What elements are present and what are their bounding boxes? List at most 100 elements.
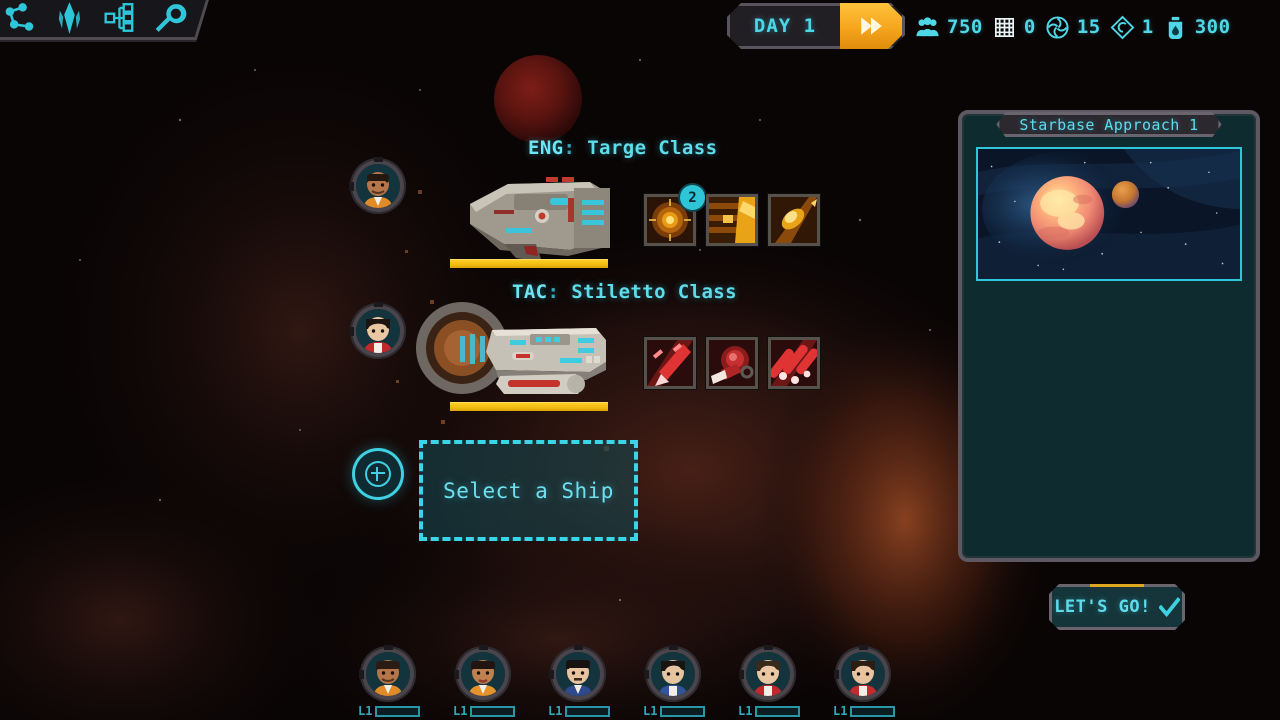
ship-title-eng: ENG: Targe Class <box>528 137 717 159</box>
ring-notch <box>764 645 773 650</box>
resource-energy-value: 15 <box>1076 16 1101 38</box>
portrait-inner <box>841 652 885 696</box>
ring-notch <box>669 645 678 650</box>
crew-portrait-5[interactable] <box>739 645 796 702</box>
fast-forward-button[interactable] <box>840 3 902 49</box>
ship-health-eng-fill <box>450 259 608 268</box>
resource-chips-value: 0 <box>1023 16 1036 38</box>
crew-level-1: L1 <box>358 704 373 718</box>
mission-art <box>976 147 1242 281</box>
resource-crew-value: 750 <box>947 16 983 38</box>
ability-row-tac <box>644 337 820 389</box>
select-ship-label: Select a Ship <box>443 478 614 503</box>
ring-notch <box>479 645 488 650</box>
checkmark-icon <box>1158 596 1180 617</box>
network-icon[interactable] <box>2 1 36 35</box>
ship-icon[interactable] <box>52 1 86 35</box>
ability-shield-burst[interactable]: 2 <box>644 185 705 246</box>
mission-title: Starbase Approach 1 <box>1019 115 1199 134</box>
day-counter-bar: DAY 1 <box>727 3 905 49</box>
crew-portrait-1[interactable] <box>359 645 416 702</box>
crew-slot-1[interactable]: L1 <box>358 645 421 718</box>
crew-icon <box>915 15 940 40</box>
portrait-inner <box>356 164 400 208</box>
resource-crew: 750 <box>915 15 983 40</box>
ring-notch <box>374 157 383 162</box>
ability-badge-count: 2 <box>680 185 705 210</box>
crew-slot-4[interactable]: L1 <box>643 645 706 718</box>
crew-portrait-6[interactable] <box>834 645 891 702</box>
select-ship-slot[interactable]: Select a Ship <box>419 440 638 541</box>
ring-notch <box>574 645 583 650</box>
ship-health-tac-fill <box>450 402 608 411</box>
ring-notch <box>859 645 868 650</box>
pilot-portrait-tac[interactable] <box>349 302 406 359</box>
ability-comet-strike[interactable] <box>768 194 820 246</box>
mission-description-area <box>976 294 1242 544</box>
crew-meta-2: L1 <box>453 704 516 718</box>
crew-level-3: L1 <box>548 704 563 718</box>
crew-meta-5: L1 <box>738 704 801 718</box>
ring-notch <box>739 670 744 679</box>
ship-role-eng: ENG <box>528 137 564 159</box>
crew-xp-bar-6 <box>850 705 896 717</box>
ring-notch <box>349 182 354 191</box>
crew-meta-6: L1 <box>833 704 896 718</box>
crew-slot-5[interactable]: L1 <box>738 645 801 718</box>
mission-title-tab: Starbase Approach 1 <box>996 112 1221 137</box>
ship-health-eng <box>450 259 608 268</box>
ring-notch <box>359 670 364 679</box>
resource-crystals: 1 <box>1110 15 1154 40</box>
ring-notch <box>644 670 649 679</box>
crew-xp-bar-1 <box>375 705 421 717</box>
ability-rocket-salvo[interactable] <box>768 337 820 389</box>
ship-health-tac <box>450 402 608 411</box>
crew-xp-bar-4 <box>660 705 706 717</box>
ability-row-eng: 2 <box>644 185 820 246</box>
portrait-inner <box>356 309 400 353</box>
main-toolbar <box>0 0 212 40</box>
pilot-portrait-eng[interactable] <box>349 157 406 214</box>
resource-fuel: 300 <box>1163 15 1231 40</box>
resource-energy: 15 <box>1045 15 1101 40</box>
crew-slot-6[interactable]: L1 <box>833 645 896 718</box>
crew-xp-bar-5 <box>755 705 801 717</box>
crew-slot-3[interactable]: L1 <box>548 645 611 718</box>
lets-go-button[interactable]: LET'S GO! <box>1049 584 1185 630</box>
tech-tree-icon[interactable] <box>102 1 136 35</box>
ring-notch <box>349 327 354 336</box>
add-ship-button[interactable] <box>352 448 404 500</box>
plus-icon <box>365 461 391 487</box>
ship-class-eng: Targe Class <box>587 137 718 159</box>
mission-panel: Starbase Approach 1 <box>958 110 1260 562</box>
crew-xp-bar-2 <box>470 705 516 717</box>
crew-level-2: L1 <box>453 704 468 718</box>
ring-notch <box>384 645 393 650</box>
button-accent-cap <box>1090 584 1144 587</box>
wrench-icon[interactable] <box>152 1 187 35</box>
day-label: DAY 1 <box>753 15 817 37</box>
crew-portrait-2[interactable] <box>454 645 511 702</box>
ability-warhead[interactable] <box>706 337 758 389</box>
resource-chips: 0 <box>992 15 1036 40</box>
lets-go-label: LET'S GO! <box>1054 597 1151 617</box>
crew-portrait-4[interactable] <box>644 645 701 702</box>
swirl-icon <box>1045 15 1070 40</box>
crew-slot-2[interactable]: L1 <box>453 645 516 718</box>
resource-fuel-value: 300 <box>1194 16 1231 38</box>
portrait-inner <box>556 652 600 696</box>
portrait-inner <box>461 652 505 696</box>
crew-meta-4: L1 <box>643 704 706 718</box>
crew-portrait-3[interactable] <box>549 645 606 702</box>
crew-meta-1: L1 <box>358 704 421 718</box>
fast-forward-icon <box>861 17 882 35</box>
ability-missile-volley[interactable] <box>644 337 696 389</box>
ring-notch <box>549 670 554 679</box>
portrait-inner <box>651 652 695 696</box>
crew-xp-bar-3 <box>565 705 611 717</box>
ship-title-sep: : <box>563 137 576 159</box>
chip-icon <box>992 15 1017 40</box>
ability-beam-sweep[interactable] <box>706 194 758 246</box>
crew-level-5: L1 <box>738 704 753 718</box>
ship-sprite-tac <box>416 302 606 394</box>
